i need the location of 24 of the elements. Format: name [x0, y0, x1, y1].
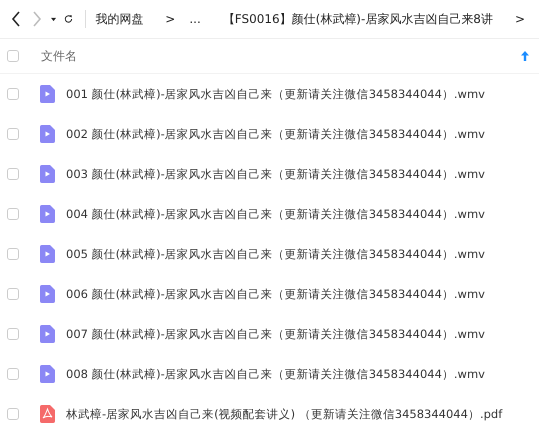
breadcrumb-link[interactable]: 【FS0016】颜仕(林武樟)-居家风水吉凶自己来8讲 — [222, 10, 493, 28]
file-row[interactable]: 008 颜仕(林武樟)-居家风水吉凶自己来（更新请关注微信3458344044）.wmv — [0, 354, 539, 394]
file-name[interactable]: 003 颜仕(林武樟)-居家风水吉凶自己来（更新请关注微信3458344044）.wmv — [66, 166, 485, 182]
file-name[interactable]: 001 颜仕(林武樟)-居家风水吉凶自己来（更新请关注微信3458344044）.wmv — [66, 86, 485, 102]
file-row[interactable]: 007 颜仕(林武樟)-居家风水吉凶自己来（更新请关注微信3458344044）.wmv — [0, 314, 539, 354]
file-row[interactable]: 001 颜仕(林武樟)-居家风水吉凶自己来（更新请关注微信3458344044）.wmv — [0, 74, 539, 114]
breadcrumb-separator: > — [165, 12, 176, 26]
file-name[interactable]: 004 颜仕(林武樟)-居家风水吉凶自己来（更新请关注微信3458344044）.wmv — [66, 206, 485, 222]
file-row[interactable]: 004 颜仕(林武樟)-居家风水吉凶自己来（更新请关注微信3458344044）.wmv — [0, 194, 539, 234]
file-name[interactable]: 006 颜仕(林武樟)-居家风水吉凶自己来（更新请关注微信3458344044）.wmv — [66, 286, 485, 302]
breadcrumb-link[interactable]: 我的网盘 — [95, 10, 144, 28]
file-row[interactable]: 002 颜仕(林武樟)-居家风水吉凶自己来（更新请关注微信3458344044）.wmv — [0, 114, 539, 154]
file-name[interactable]: 007 颜仕(林武樟)-居家风水吉凶自己来（更新请关注微信3458344044）.wmv — [66, 326, 485, 342]
file-row[interactable]: 林武樟-居家风水吉凶自己来(视频配套讲义) （更新请关注微信3458344044）.pdf — [0, 394, 539, 434]
file-row[interactable]: 006 颜仕(林武樟)-居家风水吉凶自己来（更新请关注微信3458344044）.wmv — [0, 274, 539, 314]
column-header[interactable]: 文件名 — [41, 48, 521, 64]
file-name[interactable]: 005 颜仕(林武樟)-居家风水吉凶自己来（更新请关注微信3458344044）.wmv — [66, 246, 485, 262]
breadcrumb-link[interactable]: ... — [189, 12, 201, 26]
file-name[interactable]: 林武樟-居家风水吉凶自己来(视频配套讲义) （更新请关注微信3458344044）.pdf — [66, 406, 502, 422]
file-name[interactable]: 002 颜仕(林武樟)-居家风水吉凶自己来（更新请关注微信3458344044）.wmv — [66, 126, 485, 142]
file-name[interactable]: 008 颜仕(林武樟)-居家风水吉凶自己来（更新请关注微信3458344044）.wmv — [66, 366, 485, 382]
file-row[interactable]: 003 颜仕(林武樟)-居家风水吉凶自己来（更新请关注微信3458344044）.wmv — [0, 154, 539, 194]
breadcrumb-separator: > — [514, 12, 526, 26]
file-row[interactable]: 005 颜仕(林武樟)-居家风水吉凶自己来（更新请关注微信3458344044）.wmv — [0, 234, 539, 274]
